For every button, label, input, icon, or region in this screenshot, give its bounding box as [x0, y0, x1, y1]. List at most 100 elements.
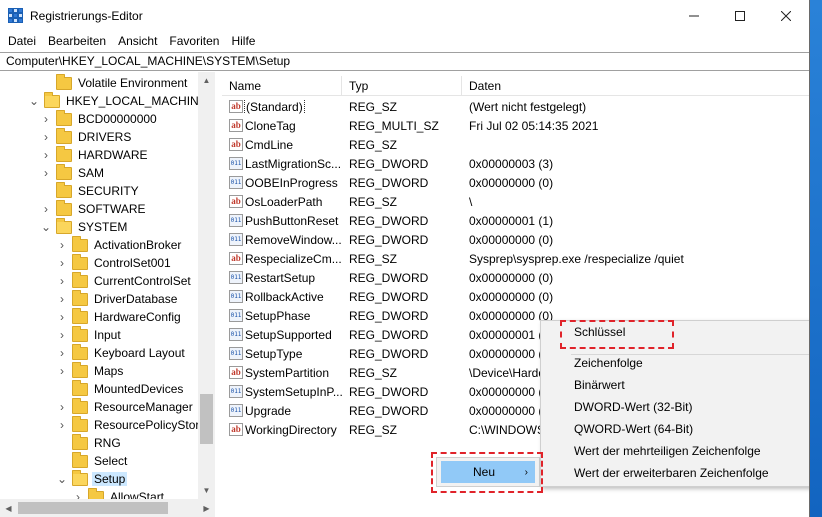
close-button[interactable]: [763, 0, 809, 31]
minimize-button[interactable]: [671, 0, 717, 31]
expand-icon[interactable]: ›: [56, 416, 68, 434]
column-type-header[interactable]: Typ: [342, 76, 462, 96]
expand-icon[interactable]: ›: [56, 272, 68, 290]
tree-node-label: ControlSet001: [94, 256, 171, 270]
title-bar[interactable]: Registrierungs-Editor: [0, 0, 809, 31]
collapse-icon[interactable]: ⌄: [56, 470, 68, 488]
tree-hscroll-thumb[interactable]: [18, 502, 168, 514]
tree-node[interactable]: MountedDevices: [56, 379, 185, 398]
tree-node[interactable]: › HardwareConfig: [56, 307, 183, 326]
folder-icon: [72, 397, 88, 414]
tree-node[interactable]: › CurrentControlSet: [56, 271, 193, 290]
folder-icon: [56, 217, 72, 234]
menu-bearbeiten[interactable]: Bearbeiten: [42, 31, 112, 52]
tree-node[interactable]: › ResourceManager: [56, 397, 195, 416]
menu-hilfe[interactable]: Hilfe: [225, 31, 261, 52]
collapse-icon[interactable]: ⌄: [40, 218, 52, 236]
value-name: OsLoaderPath: [245, 194, 323, 209]
value-row[interactable]: ab CmdLine REG_SZ: [222, 135, 809, 154]
expand-icon[interactable]: ›: [40, 128, 52, 146]
folder-icon: [72, 325, 88, 342]
value-row[interactable]: 011 OOBEInProgress REG_DWORD 0x00000000 (0): [222, 173, 809, 192]
submenu-item-qword[interactable]: QWORD-Wert (64-Bit): [541, 419, 809, 440]
tree-node[interactable]: › BCD00000000: [40, 109, 159, 128]
tree-node[interactable]: RNG: [56, 433, 123, 452]
value-type: REG_DWORD: [349, 270, 429, 285]
tree-node[interactable]: ⌄ SYSTEM: [40, 217, 129, 236]
expand-icon[interactable]: ›: [56, 344, 68, 362]
menu-ansicht[interactable]: Ansicht: [112, 31, 163, 52]
submenu-item-expandable-string[interactable]: Wert der erweiterbaren Zeichenfolge: [541, 463, 809, 484]
value-type: REG_SZ: [349, 137, 398, 152]
menu-favoriten[interactable]: Favoriten: [163, 31, 225, 52]
submenu-item-dword[interactable]: DWORD-Wert (32-Bit): [541, 397, 809, 418]
value-name: SetupSupported: [245, 327, 332, 342]
value-row[interactable]: ab (Standard) REG_SZ (Wert nicht festgelegt…: [222, 97, 809, 116]
value-row[interactable]: 011 LastMigrationSc... REG_DWORD 0x00000003…: [222, 154, 809, 173]
binary-value-icon: 011: [229, 309, 243, 322]
submenu-item-binary[interactable]: Binärwert: [541, 375, 809, 396]
value-row[interactable]: ab CloneTag REG_MULTI_SZ Fri Jul 02 05:14:3…: [222, 116, 809, 135]
tree-node-label: ActivationBroker: [94, 238, 182, 252]
value-row[interactable]: ab RespecializeCm... REG_SZ Sysprep\sysprep…: [222, 249, 809, 268]
tree-node[interactable]: Volatile Environment: [40, 73, 189, 92]
tree-horizontal-scrollbar[interactable]: ◀ ▶: [0, 499, 215, 517]
expand-icon[interactable]: ›: [56, 290, 68, 308]
value-type: REG_SZ: [349, 194, 398, 209]
value-name: PushButtonReset: [245, 213, 339, 228]
expand-icon[interactable]: ›: [56, 254, 68, 272]
expand-icon[interactable]: ›: [40, 164, 52, 182]
expand-icon[interactable]: ›: [56, 308, 68, 326]
string-value-icon: ab: [229, 195, 243, 208]
scroll-left-icon[interactable]: ◀: [0, 499, 17, 517]
value-row[interactable]: 011 RollbackActive REG_DWORD 0x00000000 (0): [222, 287, 809, 306]
tree-node[interactable]: › SOFTWARE: [40, 199, 148, 218]
value-row[interactable]: 011 RemoveWindow... REG_DWORD 0x00000000 (0…: [222, 230, 809, 249]
tree-node-label: HARDWARE: [78, 148, 148, 162]
tree-node[interactable]: › Keyboard Layout: [56, 343, 187, 362]
tree-node[interactable]: › Input: [56, 325, 123, 344]
tree-scroll-thumb[interactable]: [200, 394, 213, 444]
registry-editor-window: Registrierungs-Editor Datei Bearbeiten A…: [0, 0, 810, 517]
value-type: REG_SZ: [349, 251, 398, 266]
tree-node[interactable]: › Maps: [56, 361, 125, 380]
tree-node[interactable]: › HARDWARE: [40, 145, 150, 164]
tree-node[interactable]: ⌄ HKEY_LOCAL_MACHINE: [28, 91, 209, 110]
expand-icon[interactable]: ›: [40, 110, 52, 128]
value-name-cell: 011 RestartSetup: [222, 271, 342, 285]
tree-node[interactable]: ⌄ Setup: [56, 469, 128, 488]
binary-value-icon: 011: [229, 404, 243, 417]
tree-node[interactable]: › DriverDatabase: [56, 289, 179, 308]
scroll-up-icon[interactable]: ▲: [198, 72, 215, 89]
address-bar[interactable]: Computer\HKEY_LOCAL_MACHINE\SYSTEM\Setup: [0, 52, 809, 71]
menu-datei[interactable]: Datei: [2, 31, 42, 52]
tree-node[interactable]: › SAM: [40, 163, 106, 182]
maximize-button[interactable]: [717, 0, 763, 31]
expand-icon[interactable]: ›: [56, 236, 68, 254]
expand-icon[interactable]: ›: [56, 326, 68, 344]
scroll-right-icon[interactable]: ▶: [198, 499, 215, 517]
collapse-icon[interactable]: ⌄: [28, 92, 40, 110]
value-data: 0x00000000 (0): [469, 175, 554, 190]
value-row[interactable]: 011 PushButtonReset REG_DWORD 0x00000001 (1…: [222, 211, 809, 230]
expand-icon[interactable]: ›: [40, 200, 52, 218]
tree-vertical-scrollbar[interactable]: ▲ ▼: [198, 72, 215, 499]
tree-node[interactable]: SECURITY: [40, 181, 141, 200]
tree-node[interactable]: › DRIVERS: [40, 127, 133, 146]
submenu-item-string[interactable]: Zeichenfolge: [541, 353, 809, 374]
expand-icon[interactable]: ›: [40, 146, 52, 164]
tree-node[interactable]: › ActivationBroker: [56, 235, 183, 254]
tree-node-label: HardwareConfig: [94, 310, 181, 324]
expand-icon[interactable]: ›: [56, 398, 68, 416]
value-row[interactable]: 011 RestartSetup REG_DWORD 0x00000000 (0): [222, 268, 809, 287]
submenu-item-multi-string[interactable]: Wert der mehrteiligen Zeichenfolge: [541, 441, 809, 462]
column-name-header[interactable]: Name: [222, 76, 342, 96]
tree-node[interactable]: › ResourcePolicyStore: [56, 415, 208, 434]
string-value-icon: ab: [229, 366, 243, 379]
value-row[interactable]: ab OsLoaderPath REG_SZ \: [222, 192, 809, 211]
tree-node[interactable]: › ControlSet001: [56, 253, 173, 272]
tree-node[interactable]: Select: [56, 451, 129, 470]
expand-icon[interactable]: ›: [56, 362, 68, 380]
column-data-header[interactable]: Daten: [462, 76, 809, 96]
scroll-down-icon[interactable]: ▼: [198, 482, 215, 499]
